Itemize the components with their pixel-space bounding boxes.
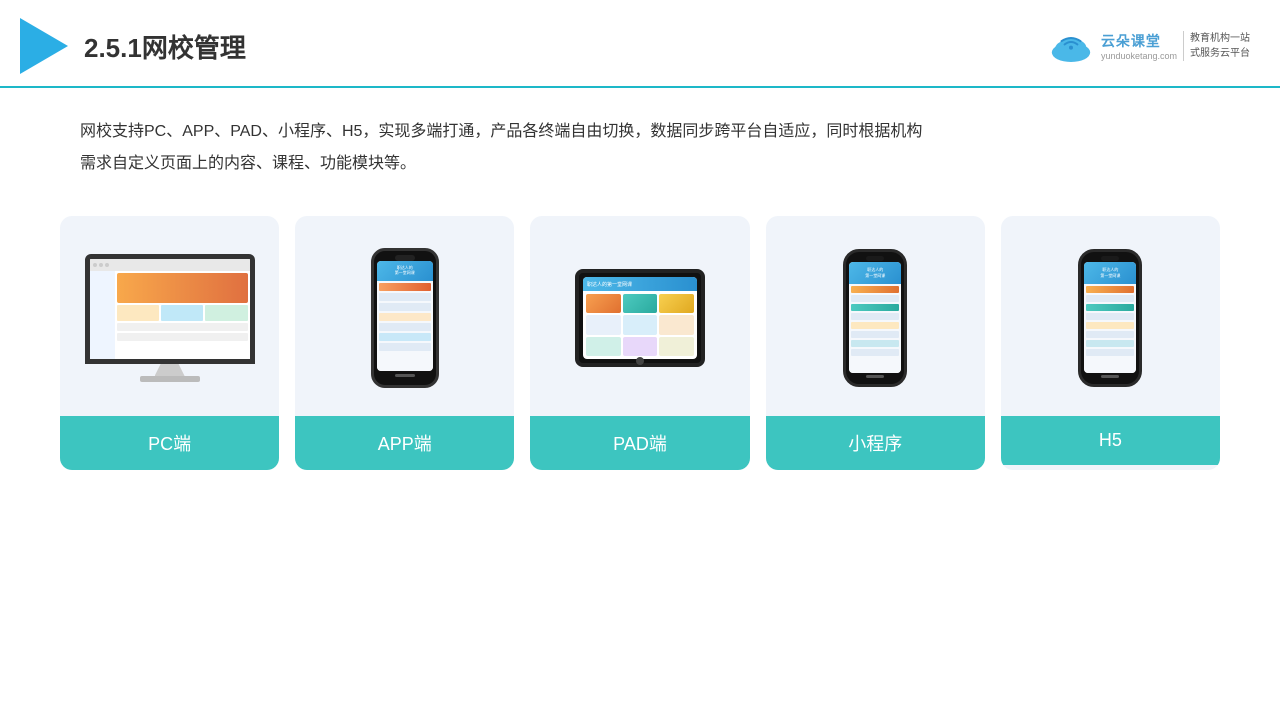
cloud-icon <box>1047 28 1095 64</box>
logo-triangle-icon <box>20 18 68 74</box>
thin-home-indicator <box>866 375 884 378</box>
header-left: 2.5.1网校管理 <box>20 18 246 74</box>
description-line1: 网校支持PC、APP、PAD、小程序、H5，实现多端打通，产品各终端自由切换，数… <box>80 123 922 140</box>
card-pad: 职达人的第一堂网课 PAD端 <box>530 216 749 470</box>
phone-home-bar <box>395 374 415 377</box>
brand-slogan: 教育机构一站 式服务云平台 <box>1183 31 1250 61</box>
cards-container: PC端 职达人的第一堂网课 <box>60 216 1220 470</box>
card-pad-image: 职达人的第一堂网课 <box>530 216 749 416</box>
card-h5-label: H5 <box>1001 416 1220 465</box>
phone-screen: 职达人的第一堂网课 <box>377 261 433 371</box>
phone-notch <box>395 255 415 261</box>
description: 网校支持PC、APP、PAD、小程序、H5，实现多端打通，产品各终端自由切换，数… <box>80 116 1200 180</box>
card-app: 职达人的第一堂网课 APP端 <box>295 216 514 470</box>
description-line2: 需求自定义页面上的内容、课程、功能模块等。 <box>80 155 416 172</box>
card-pad-label: PAD端 <box>530 416 749 470</box>
pad-mockup: 职达人的第一堂网课 <box>575 269 705 367</box>
brand-name: 云朵课堂 <box>1101 31 1161 51</box>
h5-phone-mockup: 职达人的第一堂网课 <box>1078 249 1142 387</box>
brand-domain: yunduoketang.com <box>1101 51 1177 61</box>
card-h5-image: 职达人的第一堂网课 <box>1001 216 1220 416</box>
h5-thin-screen: 职达人的第一堂网课 <box>1084 262 1136 373</box>
app-phone-mockup: 职达人的第一堂网课 <box>371 248 439 388</box>
thin-screen: 职达人的第一堂网课 <box>849 262 901 373</box>
h5-home-indicator <box>1101 375 1119 378</box>
card-miniprogram: 职达人的第一堂网课 小程序 <box>766 216 985 470</box>
brand-logo: 云朵课堂 yunduoketang.com 教育机构一站 式服务云平台 <box>1047 28 1250 64</box>
pad-screen: 职达人的第一堂网课 <box>583 277 697 359</box>
miniprogram-phone-mockup: 职达人的第一堂网课 <box>843 249 907 387</box>
thin-notch <box>866 256 884 261</box>
card-pc-image <box>60 216 279 416</box>
card-miniprogram-image: 职达人的第一堂网课 <box>766 216 985 416</box>
pc-mockup <box>85 254 255 382</box>
card-pc: PC端 <box>60 216 279 470</box>
card-miniprogram-label: 小程序 <box>766 416 985 470</box>
page-title: 2.5.1网校管理 <box>84 28 246 65</box>
card-pc-label: PC端 <box>60 416 279 470</box>
brand-text: 云朵课堂 yunduoketang.com <box>1101 31 1177 61</box>
header: 2.5.1网校管理 云朵课堂 yunduoketang.com 教育机构一站 式… <box>0 0 1280 88</box>
card-app-label: APP端 <box>295 416 514 470</box>
card-h5: 职达人的第一堂网课 H5 <box>1001 216 1220 470</box>
pad-home-button <box>636 357 644 365</box>
card-app-image: 职达人的第一堂网课 <box>295 216 514 416</box>
h5-thin-notch <box>1101 256 1119 261</box>
